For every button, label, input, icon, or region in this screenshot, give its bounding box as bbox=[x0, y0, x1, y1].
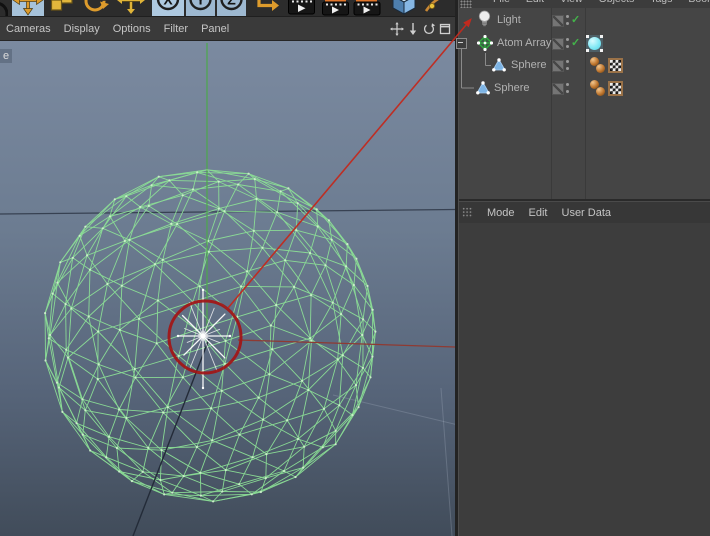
layer-swatch[interactable] bbox=[552, 38, 564, 50]
texture-tag-cyan[interactable] bbox=[586, 34, 603, 52]
object-manager-panel: File Edit View Objects Tags Bookmarks bbox=[456, 0, 710, 536]
atom-array-icon[interactable] bbox=[476, 34, 494, 54]
visibility-dots[interactable] bbox=[566, 82, 570, 95]
panel-grip-icon[interactable] bbox=[460, 0, 472, 8]
rotate-tool-button[interactable] bbox=[80, 0, 112, 16]
object-row-atom-array[interactable]: Atom Array ✓ bbox=[456, 32, 710, 54]
edit-render-settings-button[interactable] bbox=[352, 0, 382, 16]
history-partial-icon[interactable] bbox=[0, 0, 8, 16]
enable-check-icon[interactable]: ✓ bbox=[571, 36, 580, 49]
object-tree: Light ✓ Atom Array ✓ Sphere Sphere bbox=[456, 8, 710, 199]
om-menu-edit[interactable]: Edit bbox=[518, 0, 552, 7]
main-toolbar: X Y Z bbox=[0, 0, 455, 17]
object-row-light[interactable]: Light ✓ bbox=[459, 9, 710, 31]
camera-label-fragment: e bbox=[0, 49, 13, 63]
menu-panel[interactable]: Panel bbox=[201, 23, 229, 35]
object-label[interactable]: Sphere bbox=[511, 59, 546, 71]
axis-tool-button[interactable] bbox=[115, 0, 147, 16]
sphere-icon[interactable] bbox=[492, 58, 506, 75]
menu-filter[interactable]: Filter bbox=[164, 23, 188, 35]
attribute-manager-menubar: Mode Edit User Data bbox=[459, 201, 710, 224]
om-menu-bookmarks[interactable]: Bookmarks bbox=[680, 0, 710, 7]
zoom-icon[interactable] bbox=[406, 22, 420, 36]
toggle-view-icon[interactable] bbox=[438, 22, 452, 36]
om-menu-objects[interactable]: Objects bbox=[591, 0, 643, 7]
menu-display[interactable]: Display bbox=[64, 23, 100, 35]
move-tool-button[interactable] bbox=[12, 0, 44, 16]
cinema4d-window: X Y Z bbox=[0, 0, 710, 536]
phong-tag[interactable] bbox=[590, 57, 606, 74]
render-view-button[interactable] bbox=[286, 0, 318, 16]
texture-tag-checker[interactable] bbox=[608, 57, 623, 73]
om-menu-view[interactable]: View bbox=[552, 0, 591, 7]
coordinate-system-button[interactable] bbox=[250, 0, 280, 16]
layer-swatch[interactable] bbox=[552, 83, 564, 95]
om-menu-file[interactable]: File bbox=[485, 0, 518, 7]
perspective-viewport[interactable]: e bbox=[0, 41, 455, 536]
texture-tag-checker[interactable] bbox=[608, 80, 623, 96]
scale-tool-button[interactable] bbox=[47, 0, 78, 16]
render-to-picture-viewer-button[interactable] bbox=[320, 0, 352, 16]
object-label[interactable]: Light bbox=[497, 14, 521, 26]
attr-menu-edit[interactable]: Edit bbox=[529, 207, 548, 219]
project-cube-button[interactable] bbox=[388, 0, 420, 16]
attr-menu-mode[interactable]: Mode bbox=[487, 207, 515, 219]
visibility-dots[interactable] bbox=[566, 37, 570, 50]
phong-tag[interactable] bbox=[590, 80, 606, 97]
object-row-sphere-2[interactable]: Sphere bbox=[459, 77, 710, 99]
svg-text:X: X bbox=[163, 0, 173, 8]
viewport-scene bbox=[0, 43, 455, 536]
collapse-toggle[interactable] bbox=[456, 38, 467, 49]
z-axis-lock-button[interactable]: Z bbox=[217, 0, 246, 16]
orbit-icon[interactable] bbox=[422, 22, 436, 36]
sphere-icon[interactable] bbox=[476, 81, 490, 98]
menu-cameras[interactable]: Cameras bbox=[6, 23, 51, 35]
viewport-menubar: Cameras Display Options Filter Panel bbox=[0, 17, 455, 41]
y-axis-lock-button[interactable]: Y bbox=[186, 0, 215, 16]
om-menu-tags[interactable]: Tags bbox=[642, 0, 680, 7]
visibility-dots[interactable] bbox=[566, 14, 570, 27]
visibility-dots[interactable] bbox=[566, 59, 570, 72]
layer-swatch[interactable] bbox=[552, 60, 564, 72]
layer-swatch[interactable] bbox=[552, 15, 564, 27]
x-axis-lock-button[interactable]: X bbox=[152, 0, 184, 16]
spline-pen-button[interactable] bbox=[424, 0, 455, 16]
attribute-manager-body bbox=[459, 223, 710, 536]
enable-check-icon[interactable]: ✓ bbox=[571, 13, 580, 26]
panel-grip-icon[interactable] bbox=[462, 207, 473, 218]
object-row-sphere-1[interactable]: Sphere bbox=[459, 54, 710, 76]
menu-options[interactable]: Options bbox=[113, 23, 151, 35]
svg-text:Z: Z bbox=[227, 0, 236, 8]
svg-text:Y: Y bbox=[196, 0, 206, 8]
object-label[interactable]: Sphere bbox=[494, 82, 529, 94]
pan-icon[interactable] bbox=[390, 22, 404, 36]
light-icon[interactable] bbox=[478, 10, 491, 32]
object-label[interactable]: Atom Array bbox=[497, 37, 551, 49]
attr-menu-userdata[interactable]: User Data bbox=[562, 207, 612, 219]
